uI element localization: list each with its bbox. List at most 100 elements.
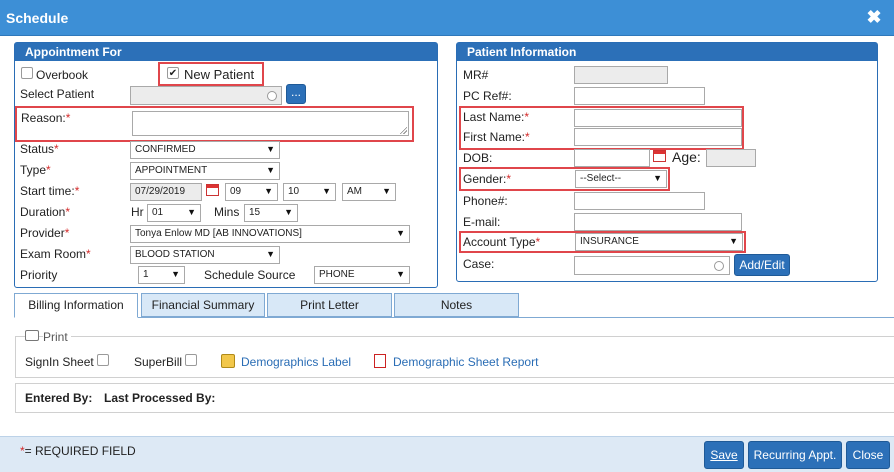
provider-label-text: Provider xyxy=(20,226,65,240)
last-name-input[interactable] xyxy=(574,109,742,127)
priority-select[interactable]: 1 ▼ xyxy=(138,266,185,284)
tab-print-letter[interactable]: Print Letter xyxy=(267,293,392,317)
window-title: Schedule xyxy=(6,10,69,26)
new-patient-checkbox[interactable]: ✔ xyxy=(167,67,179,79)
type-label: Type* xyxy=(20,163,51,177)
status-select[interactable]: CONFIRMED ▼ xyxy=(130,141,280,159)
signin-checkbox[interactable] xyxy=(97,354,109,366)
chevron-down-icon: ▼ xyxy=(266,249,275,259)
select-patient-button[interactable]: ... xyxy=(286,84,306,104)
pcref-input[interactable] xyxy=(574,87,705,105)
exam-room-select[interactable]: BLOOD STATION ▼ xyxy=(130,246,280,264)
first-name-label-text: First Name: xyxy=(463,130,526,144)
chevron-down-icon: ▼ xyxy=(171,269,180,279)
new-patient-label: New Patient xyxy=(184,67,255,82)
demographics-label-link[interactable]: Demographics Label xyxy=(241,355,351,369)
provider-value: Tonya Enlow MD [AB INNOVATIONS] xyxy=(135,228,302,239)
appointment-panel-header: Appointment For xyxy=(15,43,437,61)
age-input xyxy=(706,149,756,167)
required-asterisk: * xyxy=(65,111,71,125)
priority-label: Priority xyxy=(20,268,58,282)
exam-room-value: BLOOD STATION xyxy=(135,249,215,260)
calendar-icon[interactable] xyxy=(206,184,219,196)
required-asterisk: * xyxy=(535,235,541,249)
start-time-label: Start time:* xyxy=(20,184,79,198)
tab-financial-summary[interactable]: Financial Summary xyxy=(141,293,265,317)
chevron-down-icon: ▼ xyxy=(322,186,331,196)
add-edit-button[interactable]: Add/Edit xyxy=(734,254,790,276)
tab-billing-information[interactable]: Billing Information xyxy=(14,293,138,318)
clear-patient-icon[interactable] xyxy=(267,91,277,101)
chevron-down-icon: ▼ xyxy=(729,236,738,246)
required-asterisk: * xyxy=(86,247,91,261)
required-field-text: = REQUIRED FIELD xyxy=(24,444,136,458)
first-name-label: First Name:* xyxy=(463,130,530,144)
hour-select[interactable]: 09 ▼ xyxy=(225,183,278,201)
signin-label: SignIn Sheet xyxy=(25,355,94,369)
close-icon[interactable]: ✖ xyxy=(864,6,884,28)
provider-select[interactable]: Tonya Enlow MD [AB INNOVATIONS] ▼ xyxy=(130,225,410,243)
superbill-checkbox[interactable] xyxy=(185,354,197,366)
ampm-select[interactable]: AM ▼ xyxy=(342,183,396,201)
required-asterisk: * xyxy=(46,163,51,177)
calendar-icon[interactable] xyxy=(653,150,666,162)
superbill-label: SuperBill xyxy=(134,355,183,369)
type-value: APPOINTMENT xyxy=(135,165,208,176)
printer-icon xyxy=(25,330,39,341)
select-patient-label: Select Patient xyxy=(20,87,95,101)
resize-grip-icon[interactable] xyxy=(399,126,407,134)
duration-mins-value: 15 xyxy=(249,207,261,218)
phone-input[interactable] xyxy=(574,192,705,210)
duration-mins-select[interactable]: 15 ▼ xyxy=(244,204,298,222)
select-patient-input[interactable] xyxy=(130,86,282,105)
recurring-appt-button[interactable]: Recurring Appt. xyxy=(748,441,842,469)
reason-textarea[interactable] xyxy=(132,111,409,136)
case-input[interactable] xyxy=(574,256,730,275)
gender-value: --Select-- xyxy=(580,173,622,184)
clear-case-icon[interactable] xyxy=(714,261,724,271)
ampm-value: AM xyxy=(347,186,362,197)
chevron-down-icon: ▼ xyxy=(266,144,275,154)
chevron-down-icon: ▼ xyxy=(187,207,196,217)
required-asterisk: * xyxy=(54,142,59,156)
demographic-sheet-report-link[interactable]: Demographic Sheet Report xyxy=(393,355,538,369)
start-date-input[interactable]: 07/29/2019 xyxy=(130,183,202,201)
status-value: CONFIRMED xyxy=(135,144,196,155)
first-name-input[interactable] xyxy=(574,128,742,146)
required-field-note: *= REQUIRED FIELD xyxy=(20,444,136,458)
required-asterisk: * xyxy=(525,130,530,144)
schedule-source-value: PHONE xyxy=(319,269,355,280)
schedule-source-select[interactable]: PHONE ▼ xyxy=(314,266,410,284)
account-type-label: Account Type* xyxy=(463,235,540,249)
chevron-down-icon: ▼ xyxy=(653,173,662,183)
type-label-text: Type xyxy=(20,163,47,177)
overbook-checkbox[interactable] xyxy=(21,67,33,79)
minute-select[interactable]: 10 ▼ xyxy=(283,183,336,201)
label-icon xyxy=(221,354,235,368)
gender-select[interactable]: --Select-- ▼ xyxy=(575,170,667,188)
reason-label: Reason:* xyxy=(21,111,70,125)
account-type-value: INSURANCE xyxy=(580,236,639,247)
chevron-down-icon: ▼ xyxy=(266,165,275,175)
type-select[interactable]: APPOINTMENT ▼ xyxy=(130,162,280,180)
duration-label-text: Duration xyxy=(20,205,66,219)
exam-room-label-text: Exam Room xyxy=(20,247,87,261)
gender-label: Gender:* xyxy=(463,172,511,186)
email-input[interactable] xyxy=(574,213,742,231)
chevron-down-icon: ▼ xyxy=(396,269,405,279)
save-button[interactable]: Save xyxy=(704,441,744,469)
schedule-source-label: Schedule Source xyxy=(204,268,296,282)
reason-label-text: Reason: xyxy=(21,111,66,125)
pcref-label: PC Ref#: xyxy=(463,89,512,103)
duration-hr-select[interactable]: 01 ▼ xyxy=(147,204,201,222)
tab-notes[interactable]: Notes xyxy=(394,293,519,317)
start-time-label-text: Start time: xyxy=(20,184,75,198)
chevron-down-icon: ▼ xyxy=(396,228,405,238)
close-button[interactable]: Close xyxy=(846,441,890,469)
duration-label: Duration* xyxy=(20,205,70,219)
entered-by-label: Entered By: xyxy=(25,391,93,405)
gender-label-text: Gender: xyxy=(463,172,507,186)
pdf-icon xyxy=(374,354,386,368)
dob-input[interactable] xyxy=(574,149,650,167)
account-type-select[interactable]: INSURANCE ▼ xyxy=(575,233,743,251)
